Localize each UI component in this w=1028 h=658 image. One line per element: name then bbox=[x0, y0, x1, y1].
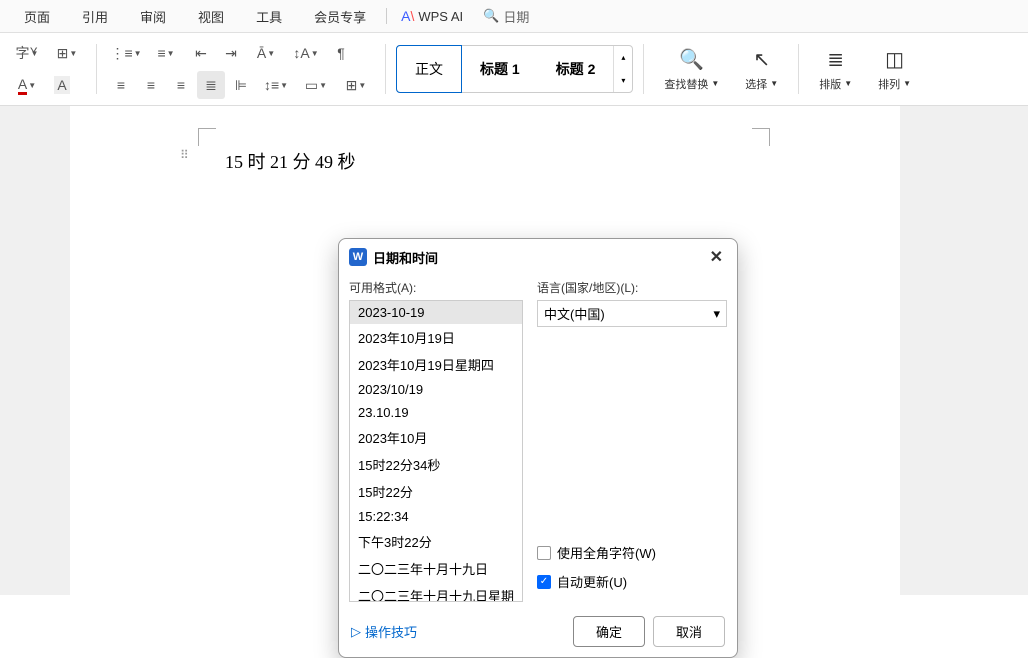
style-up-button[interactable]: ▴ bbox=[614, 46, 632, 69]
sort-button[interactable]: ↕A▼ bbox=[287, 39, 325, 67]
format-item[interactable]: 15时22分34秒 bbox=[350, 451, 522, 478]
align-right-button[interactable]: ≡ bbox=[167, 71, 195, 99]
autoupdate-checkbox-row[interactable]: ✓ 自动更新(U) bbox=[537, 572, 727, 591]
word-app-icon: W bbox=[349, 248, 367, 266]
arrange-icon: ◫ bbox=[885, 47, 904, 72]
wps-ai-button[interactable]: A\ WPS AI bbox=[391, 8, 473, 24]
style-down-button[interactable]: ▾ bbox=[614, 69, 632, 92]
search-icon: 🔍 bbox=[679, 47, 704, 72]
tips-label: 操作技巧 bbox=[365, 622, 417, 641]
format-item[interactable]: 2023年10月 bbox=[350, 424, 522, 451]
layout-icon: ≣ bbox=[827, 47, 844, 72]
layout-button[interactable]: ≣ 排版▼ bbox=[809, 47, 862, 92]
menubar: 页面 引用 审阅 视图 工具 会员专享 A\ WPS AI 🔍 日期 bbox=[0, 0, 1028, 33]
close-button[interactable]: ✕ bbox=[706, 247, 727, 267]
align-justify-button[interactable]: ≣ bbox=[197, 71, 225, 99]
style-h1[interactable]: 标题 1 bbox=[462, 46, 538, 92]
find-replace-button[interactable]: 🔍 查找替换▼ bbox=[654, 47, 729, 92]
menu-reference[interactable]: 引用 bbox=[66, 0, 124, 33]
numbering-button[interactable]: ≡▼ bbox=[147, 39, 185, 67]
date-time-dialog: W 日期和时间 ✕ 可用格式(A): 2023-10-19 2023年10月19… bbox=[338, 238, 738, 658]
select-label: 选择 bbox=[745, 76, 767, 92]
wps-ai-icon: A\ bbox=[401, 8, 414, 24]
divider bbox=[643, 44, 644, 94]
align-left-button[interactable]: ≡ bbox=[107, 71, 135, 99]
wps-ai-label: WPS AI bbox=[418, 9, 463, 24]
language-select[interactable]: 中文(中国) ▾ bbox=[537, 300, 727, 327]
tips-link[interactable]: ▷ 操作技巧 bbox=[351, 622, 417, 641]
border-button[interactable]: ⊞▼ bbox=[337, 71, 375, 99]
checkbox-unchecked-icon bbox=[537, 546, 551, 560]
format-item[interactable]: 23.10.19 bbox=[350, 401, 522, 424]
format-item[interactable]: 2023年10月19日 bbox=[350, 324, 522, 351]
search-text: 日期 bbox=[503, 7, 529, 26]
dialog-title-text: 日期和时间 bbox=[373, 248, 438, 267]
fullwidth-label: 使用全角字符(W) bbox=[557, 543, 656, 562]
menu-page[interactable]: 页面 bbox=[8, 0, 66, 33]
arrange-label: 排列 bbox=[878, 76, 900, 92]
chevron-down-icon: ▾ bbox=[713, 306, 720, 322]
shading-button[interactable]: ▭▼ bbox=[297, 71, 335, 99]
toolbar: 字̌▼ ⊞▼ A▼ A ⋮≡▼ ≡▼ ⇤ ⇥ Ā▼ ↕A▼ ¶ ≡ ≡ ≡ ≣ … bbox=[0, 33, 1028, 106]
cursor-icon: ↖ bbox=[753, 47, 770, 72]
divider bbox=[96, 44, 97, 94]
format-item[interactable]: 二〇二三年十月十九日 bbox=[350, 555, 522, 582]
format-list[interactable]: 2023-10-19 2023年10月19日 2023年10月19日星期四 20… bbox=[349, 300, 523, 602]
style-body[interactable]: 正文 bbox=[396, 45, 462, 93]
margin-corner-icon bbox=[752, 128, 770, 146]
autoupdate-label: 自动更新(U) bbox=[557, 572, 627, 591]
find-replace-label: 查找替换 bbox=[664, 76, 708, 92]
checkbox-checked-icon: ✓ bbox=[537, 575, 551, 589]
format-item[interactable]: 二〇二三年十月十九日星期四 bbox=[350, 582, 522, 602]
language-label: 语言(国家/地区)(L): bbox=[537, 279, 727, 296]
char-shading-button[interactable]: A bbox=[48, 71, 76, 99]
show-marks-button[interactable]: ¶ bbox=[327, 39, 355, 67]
char-border-button[interactable]: ⊞▼ bbox=[48, 39, 86, 67]
search-icon: 🔍 bbox=[483, 8, 499, 24]
document-area: ⠿ 15 时 21 分 49 秒 W 日期和时间 ✕ 可用格式(A): 2023… bbox=[0, 106, 1028, 595]
decrease-indent-button[interactable]: ⇤ bbox=[187, 39, 215, 67]
search-box[interactable]: 🔍 日期 bbox=[473, 7, 539, 26]
increase-indent-button[interactable]: ⇥ bbox=[217, 39, 245, 67]
dialog-titlebar: W 日期和时间 ✕ bbox=[339, 239, 737, 275]
select-button[interactable]: ↖ 选择▼ bbox=[735, 47, 788, 92]
fullwidth-checkbox-row[interactable]: 使用全角字符(W) bbox=[537, 543, 727, 562]
divider bbox=[385, 44, 386, 94]
play-icon: ▷ bbox=[351, 624, 361, 640]
margin-corner-icon bbox=[198, 128, 216, 146]
line-spacing-button[interactable]: ↕≡▼ bbox=[257, 71, 295, 99]
align-center-button[interactable]: ≡ bbox=[137, 71, 165, 99]
distribute-button[interactable]: ⊫ bbox=[227, 71, 255, 99]
format-item[interactable]: 15时22分 bbox=[350, 478, 522, 505]
divider bbox=[798, 44, 799, 94]
arrange-button[interactable]: ◫ 排列▼ bbox=[868, 47, 921, 92]
style-scroll: ▴ ▾ bbox=[613, 46, 632, 92]
style-h2[interactable]: 标题 2 bbox=[538, 46, 614, 92]
menu-view[interactable]: 视图 bbox=[182, 0, 240, 33]
menu-review[interactable]: 审阅 bbox=[124, 0, 182, 33]
layout-label: 排版 bbox=[819, 76, 841, 92]
format-item[interactable]: 2023/10/19 bbox=[350, 378, 522, 401]
format-label: 可用格式(A): bbox=[349, 279, 523, 296]
format-item[interactable]: 2023年10月19日星期四 bbox=[350, 351, 522, 378]
menu-member[interactable]: 会员专享 bbox=[298, 0, 382, 33]
cancel-button[interactable]: 取消 bbox=[653, 616, 725, 647]
drag-handle-icon[interactable]: ⠿ bbox=[180, 148, 189, 162]
language-value: 中文(中国) bbox=[544, 304, 605, 323]
bullets-button[interactable]: ⋮≡▼ bbox=[107, 39, 145, 67]
document-text[interactable]: 15 时 21 分 49 秒 bbox=[225, 148, 356, 174]
format-item[interactable]: 下午3时22分 bbox=[350, 528, 522, 555]
ok-button[interactable]: 确定 bbox=[573, 616, 645, 647]
char-scale-button[interactable]: Ā▼ bbox=[247, 39, 285, 67]
divider bbox=[386, 8, 387, 24]
phonetic-guide-button[interactable]: 字̌▼ bbox=[8, 39, 46, 67]
style-gallery: 正文 标题 1 标题 2 ▴ ▾ bbox=[396, 45, 633, 93]
format-item[interactable]: 15:22:34 bbox=[350, 505, 522, 528]
menu-tools[interactable]: 工具 bbox=[240, 0, 298, 33]
font-color-button[interactable]: A▼ bbox=[8, 71, 46, 99]
format-item[interactable]: 2023-10-19 bbox=[350, 301, 522, 324]
